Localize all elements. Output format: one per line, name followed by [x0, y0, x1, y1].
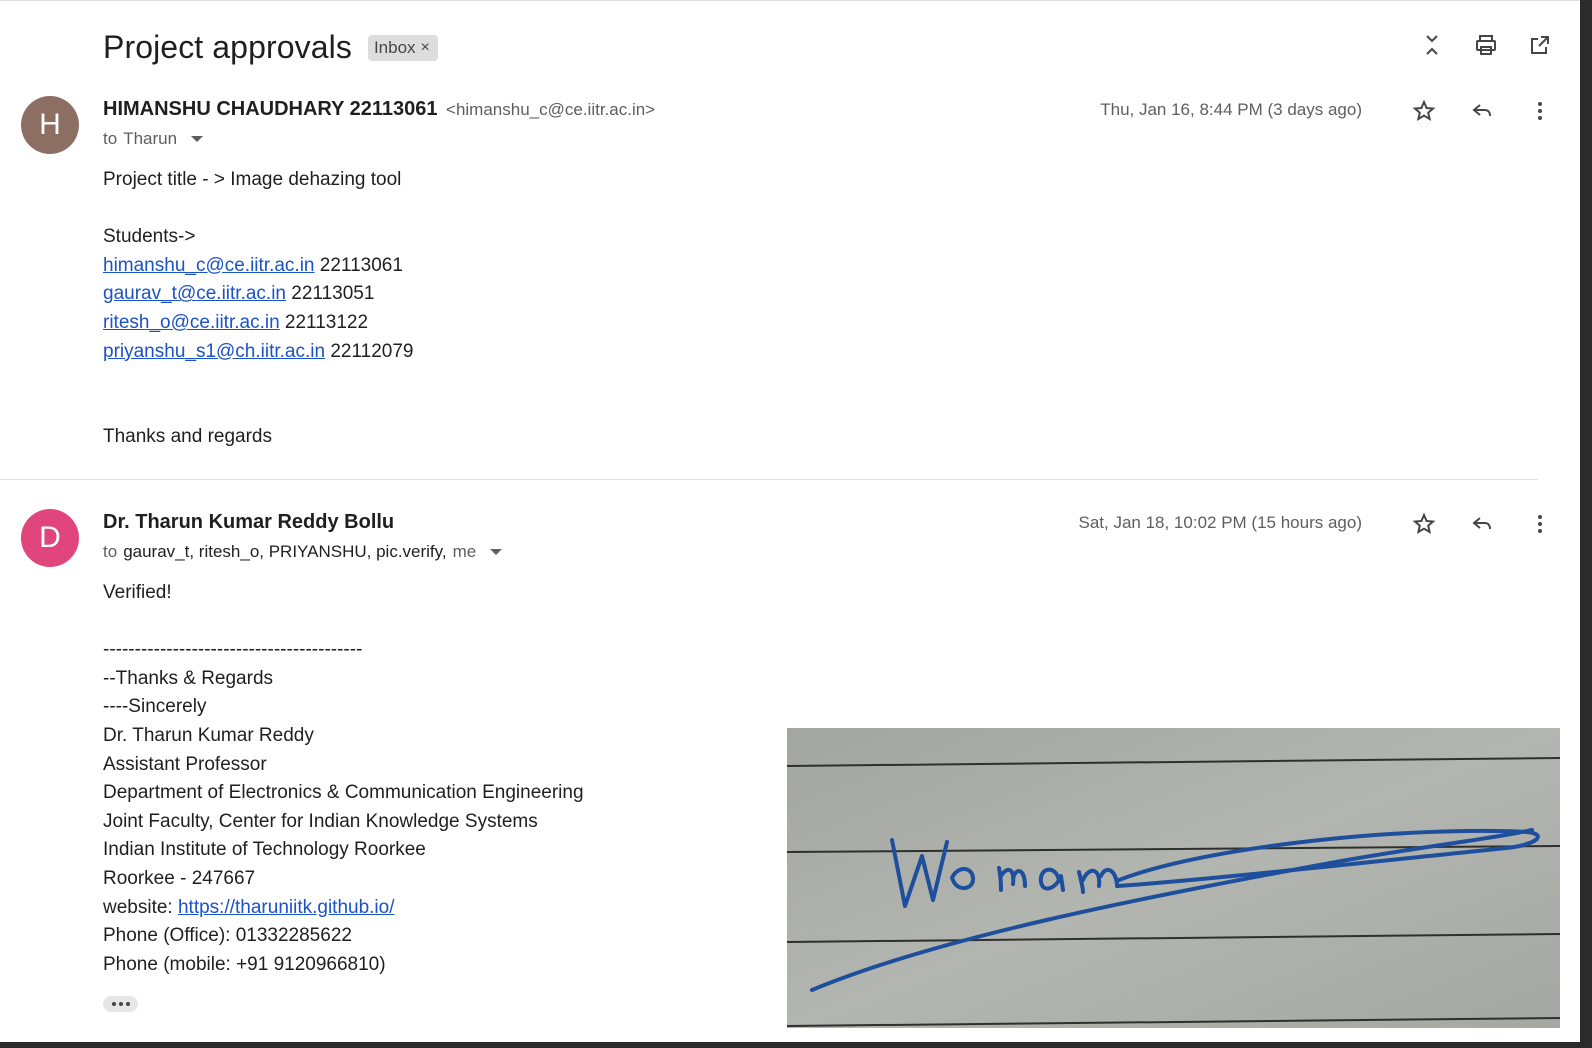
phone-office: Phone (Office): 01332285622: [103, 925, 352, 947]
print-icon: [1476, 35, 1496, 55]
student-row: gaurav_t@ce.iitr.ac.in 22113051: [103, 280, 413, 309]
print-all-button[interactable]: [1470, 29, 1502, 61]
show-details-chevron-down-icon[interactable]: [490, 549, 503, 555]
to-prefix: to: [103, 129, 118, 148]
collapse-all-icon: [1426, 35, 1438, 55]
avatar[interactable]: H: [21, 96, 79, 154]
website-line: website: https://tharuniitk.github.io/: [103, 894, 584, 923]
handwritten-signature-icon: [787, 728, 1560, 1028]
sender-name[interactable]: HIMANSHU CHAUDHARY 22113061: [103, 98, 438, 120]
avatar[interactable]: D: [21, 509, 79, 567]
sender-email: <himanshu_c@ce.iitr.ac.in>: [446, 100, 656, 119]
open-new-window-button[interactable]: [1524, 29, 1556, 61]
student-id: 22112079: [330, 340, 414, 362]
message-body: Project title - > Image dehazing tool St…: [103, 166, 413, 452]
more-vertical-icon: [1538, 515, 1542, 533]
star-icon: [1412, 99, 1436, 122]
more-vertical-icon: [1538, 102, 1542, 120]
student-id: 22113061: [319, 254, 403, 276]
more-options-button[interactable]: [1524, 95, 1556, 127]
website-label: website:: [103, 896, 173, 918]
body-line: Verified!: [103, 582, 172, 603]
open-in-new-window-icon: [1531, 36, 1549, 54]
signature-line: Joint Faculty, Center for Indian Knowled…: [103, 810, 538, 832]
message-header: Dr. Tharun Kumar Reddy Bollu to gaurav_t…: [103, 511, 503, 562]
signature-line: Department of Electronics & Communicatio…: [103, 782, 584, 804]
student-row: priyanshu_s1@ch.iitr.ac.in 22112079: [103, 338, 413, 367]
signature-image: [787, 728, 1560, 1028]
recipient-names: gaurav_t, ritesh_o, PRIYANSHU, pic.verif…: [123, 542, 447, 561]
recipient-me: me: [452, 542, 477, 561]
signature-line: Indian Institute of Technology Roorkee: [103, 839, 426, 861]
subject-row: Project approvals Inbox ×: [103, 29, 438, 66]
student-email-link[interactable]: himanshu_c@ce.iitr.ac.in: [103, 255, 315, 276]
reply-icon: [1472, 104, 1491, 117]
website-link[interactable]: https://tharuniitk.github.io/: [178, 897, 395, 918]
inbox-label-chip[interactable]: Inbox ×: [367, 34, 438, 61]
thread-actions: [1416, 29, 1556, 61]
student-email-link[interactable]: gaurav_t@ce.iitr.ac.in: [103, 283, 286, 304]
show-details-chevron-down-icon[interactable]: [191, 136, 204, 142]
message-body: Verified! ------------------------------…: [103, 579, 584, 979]
phone-mobile: Phone (mobile: +91 9120966810): [103, 953, 386, 975]
reply-icon: [1472, 517, 1491, 530]
signature-line: Assistant Professor: [103, 753, 267, 775]
signature-separator: ----------------------------------------…: [103, 639, 363, 661]
student-email-link[interactable]: ritesh_o@ce.iitr.ac.in: [103, 312, 280, 333]
message-header: HIMANSHU CHAUDHARY 22113061 <himanshu_c@…: [103, 98, 655, 149]
message-actions: [1408, 95, 1556, 127]
signature-line: ----Sincerely: [103, 696, 207, 718]
message-divider: [0, 479, 1538, 480]
show-trimmed-content-button[interactable]: [103, 996, 138, 1012]
message-date: Sat, Jan 18, 10:02 PM (15 hours ago): [1078, 513, 1362, 532]
to-prefix: to: [103, 542, 118, 561]
signature-line: Roorkee - 247667: [103, 867, 256, 889]
body-line: Project title - > Image dehazing tool: [103, 169, 402, 190]
message-date: Thu, Jan 16, 8:44 PM (3 days ago): [1100, 100, 1362, 119]
reply-button[interactable]: [1466, 95, 1498, 127]
student-row: ritesh_o@ce.iitr.ac.in 22113122: [103, 309, 413, 338]
recipient-names: Tharun: [123, 129, 178, 148]
star-icon: [1412, 512, 1436, 535]
email-thread-view: Project approvals Inbox × H HIMANSHU CHA…: [0, 0, 1580, 1042]
student-email-link[interactable]: priyanshu_s1@ch.iitr.ac.in: [103, 341, 325, 362]
message-actions: [1408, 508, 1556, 540]
thread-subject: Project approvals: [103, 29, 352, 65]
student-row: himanshu_c@ce.iitr.ac.in 22113061: [103, 252, 413, 281]
collapse-all-button[interactable]: [1416, 29, 1448, 61]
signature-line: --Thanks & Regards: [103, 667, 274, 689]
body-closing: Thanks and regards: [103, 426, 272, 448]
remove-label-icon[interactable]: ×: [421, 39, 430, 57]
sender-name[interactable]: Dr. Tharun Kumar Reddy Bollu: [103, 511, 394, 533]
reply-button[interactable]: [1466, 508, 1498, 540]
more-options-button[interactable]: [1524, 508, 1556, 540]
student-id: 22113122: [284, 311, 369, 333]
recipients-line: to Tharun: [103, 129, 655, 149]
star-button[interactable]: [1408, 95, 1440, 127]
label-chip-text: Inbox: [373, 37, 416, 57]
star-button[interactable]: [1408, 508, 1440, 540]
signature-line: Dr. Tharun Kumar Reddy: [103, 724, 314, 746]
student-id: 22113051: [291, 283, 375, 305]
recipients-line: to gaurav_t, ritesh_o, PRIYANSHU, pic.ve…: [103, 542, 503, 562]
body-line: Students->: [103, 226, 196, 248]
